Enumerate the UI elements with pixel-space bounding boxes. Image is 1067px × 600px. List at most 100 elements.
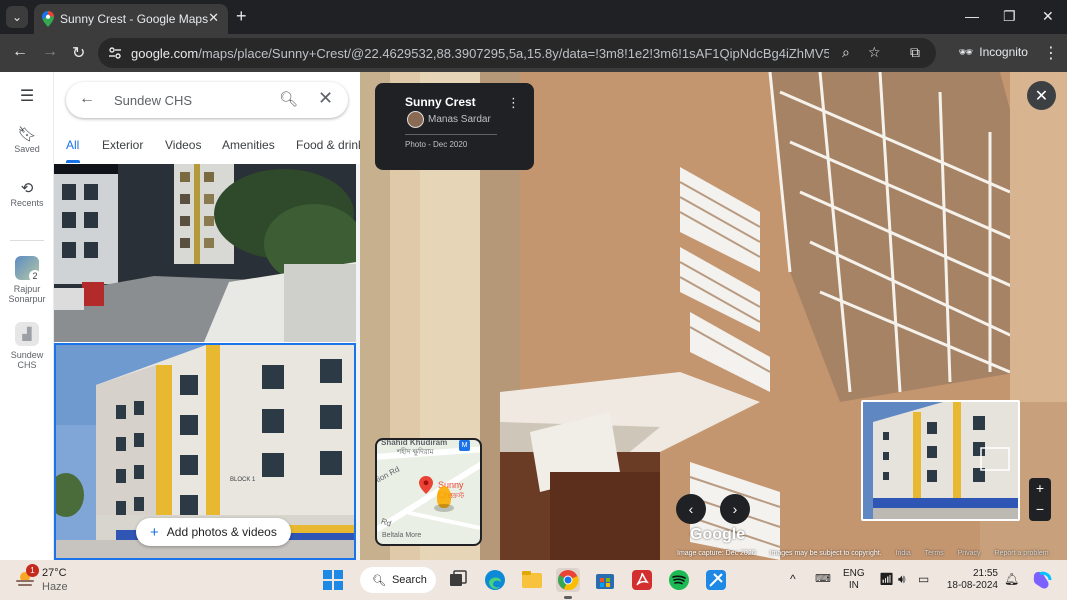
contributor-name[interactable]: Manas Sardar [428,114,491,125]
photo-category-tabs: All Exterior Videos Amenities Food & dri… [54,134,364,163]
bookmark-star-icon[interactable]: ☆ [868,44,881,61]
tab-search-dropdown-icon[interactable]: ⌄ [6,6,28,28]
next-photo-icon[interactable]: › [720,494,750,524]
url-text[interactable]: google.com/maps/place/Sunny+Crest/@22.46… [131,46,829,61]
clock[interactable]: 21:55 18-08-2024 [944,568,998,592]
tab-all[interactable]: All [66,138,79,152]
photo-viewer[interactable]: Sunny Crest ⋮ Manas Sardar Photo - Dec 2… [360,72,1067,560]
plus-icon: + [150,523,159,541]
file-explorer-icon[interactable] [520,568,544,592]
search-box: ← 🔍︎ ✕ [66,82,348,118]
photo-options-icon[interactable]: ⋮ [507,95,520,111]
language-indicator[interactable]: ENG IN [843,568,865,592]
incognito-badge[interactable]: 🕶 Incognito [950,39,1036,65]
keyboard-icon[interactable]: ⌨ [815,572,831,585]
snipping-tool-icon[interactable] [704,568,728,592]
photo-overview-thumbnail[interactable] [861,400,1020,521]
browser-menu-icon[interactable]: ⋮ [1043,43,1059,63]
photo-info-card: Sunny Crest ⋮ Manas Sardar Photo - Dec 2… [375,83,534,170]
contributor-avatar[interactable] [407,111,424,128]
history-icon: ⟲ [20,180,34,197]
menu-hamburger-icon[interactable]: ☰ [0,89,54,105]
spotify-icon[interactable] [667,568,691,592]
browser-tabbar: ⌄ Sunny Crest - Google Maps ✕ + — ❐ ✕ [0,0,1067,34]
notification-badge: 1 [26,564,39,577]
screen: ⌄ Sunny Crest - Google Maps ✕ + — ❐ ✕ ← … [0,0,1067,600]
rail-divider [10,240,44,241]
chrome-icon[interactable] [556,568,580,592]
search-input[interactable] [114,93,264,108]
rail-recents[interactable]: ⟲ Recents [0,180,54,208]
extensions-puzzle-icon[interactable]: ⧉ [910,44,920,61]
previous-photo-icon[interactable]: ‹ [676,494,706,524]
photo-tile-night[interactable] [54,164,356,342]
clear-search-icon[interactable]: ✕ [318,88,333,109]
tab-food-drink[interactable]: Food & drink [296,138,364,152]
country-link[interactable]: India [896,550,911,557]
acrobat-icon[interactable] [630,568,654,592]
taskbar-search-button[interactable]: 🔍︎ Search [360,567,436,593]
privacy-link[interactable]: Privacy [958,550,981,557]
zoom-control: + − [1029,478,1051,521]
window-close-icon[interactable]: ✕ [1042,8,1054,25]
image-capture-date: Image capture: Dec 2020 [677,550,756,557]
new-tab-plus-icon[interactable]: + [236,6,247,26]
tab-videos[interactable]: Videos [165,138,201,152]
weather-temperature[interactable]: 27°C [42,567,67,579]
forward-arrow-icon[interactable]: → [42,43,58,61]
windows-start-icon[interactable] [321,568,345,592]
overview-image [863,402,1018,519]
map-road [407,510,480,534]
map-label-bottom: Beltala More [382,532,422,539]
mini-map[interactable]: Shahid Khudiram শহীদ ক্ষুদিরাম M tion Rd… [375,438,482,546]
search-icon[interactable]: 🔍︎ [279,90,298,108]
show-hidden-icons[interactable]: ^ [790,572,796,586]
viewer-footer: Image capture: Dec 2020 Images may be su… [677,550,1067,560]
building-icon: ▟ [15,322,39,346]
reload-icon[interactable]: ↻ [72,43,85,63]
tab-exterior[interactable]: Exterior [102,138,143,152]
close-viewer-icon[interactable]: ✕ [1027,81,1056,110]
weather-description[interactable]: Haze [42,581,68,593]
map-pin-icon [419,476,433,494]
search-back-arrow-icon[interactable]: ← [79,90,95,108]
zoom-magnifier-icon[interactable]: ⌕ [842,44,850,61]
edge-browser-icon[interactable] [483,568,507,592]
zoom-in-icon[interactable]: + [1029,478,1051,499]
copyright-notice: Images may be subject to copyright. [769,550,882,557]
rail-recent-rajpur[interactable]: 2 Rajpur Sonarpur [0,256,54,304]
back-arrow-icon[interactable]: ← [12,43,28,61]
copilot-icon[interactable] [1030,568,1054,592]
metro-icon: M [459,440,470,451]
map-label-top-bn: শহীদ ক্ষুদিরাম [397,449,434,456]
browser-tab-active[interactable]: Sunny Crest - Google Maps ✕ [34,4,228,34]
rail-recent-sundew[interactable]: ▟ Sundew CHS [0,322,54,370]
terms-link[interactable]: Terms [925,550,944,557]
restore-icon[interactable]: ❐ [1003,8,1016,25]
wifi-icon[interactable]: 📶︎ [879,572,894,586]
photo-date: Photo - Dec 2020 [405,140,468,149]
add-photos-button[interactable]: + Add photos & videos [136,518,291,546]
address-bar[interactable]: google.com/maps/place/Sunny+Crest/@22.46… [98,38,936,68]
report-problem-link[interactable]: Report a problem [995,550,1049,557]
rajpur-thumbnail: 2 [15,256,41,282]
task-view-icon[interactable] [446,568,470,592]
chrome-active-indicator [564,596,572,599]
notifications-bell-icon[interactable]: 🔔︎ [1004,572,1019,586]
incognito-icon: 🕶 [958,45,974,59]
bookmark-icon: 🔖︎ [17,126,37,143]
tab-close-icon[interactable]: ✕ [208,10,219,26]
card-divider [405,134,497,135]
place-name[interactable]: Sunny Crest [405,95,476,109]
zoom-out-icon[interactable]: − [1029,499,1051,520]
taskbar-search-icon: 🔍︎ [372,574,386,587]
volume-icon[interactable]: 🔊︎ [898,572,906,587]
microsoft-store-icon[interactable] [593,568,617,592]
tab-amenities[interactable]: Amenities [222,138,275,152]
pegman-shadow [434,504,454,512]
site-info-icon[interactable] [108,46,122,60]
minimize-icon[interactable]: — [965,8,979,24]
google-maps-favicon-icon [42,11,54,27]
rail-saved[interactable]: 🔖︎ Saved [0,126,54,154]
battery-icon[interactable]: ▭ [918,572,929,586]
